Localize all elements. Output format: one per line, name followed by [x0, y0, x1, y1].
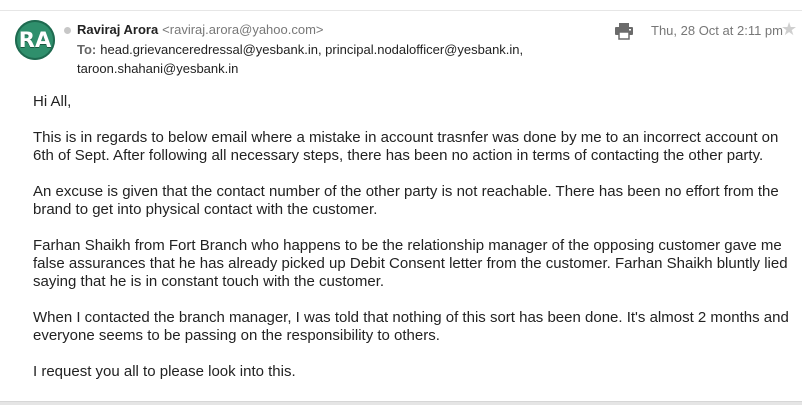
- star-icon[interactable]: ★: [781, 20, 797, 38]
- body-paragraph-2: An excuse is given that the contact numb…: [33, 183, 779, 218]
- body-paragraph-3: Farhan Shaikh from Fort Branch who happe…: [33, 237, 788, 290]
- recipients-list[interactable]: head.grievanceredressal@yesbank.in, prin…: [77, 42, 523, 76]
- bottom-border: [0, 401, 802, 405]
- sender-email[interactable]: <raviraj.arora@yahoo.com>: [162, 22, 323, 37]
- avatar-initials: RA: [18, 28, 52, 52]
- email-body: Hi All, This is in regards to below emai…: [33, 93, 793, 399]
- greeting: Hi All,: [33, 93, 72, 110]
- from-line: Raviraj Arora <raviraj.arora@yahoo.com>: [77, 22, 324, 37]
- avatar[interactable]: RA: [15, 20, 55, 60]
- email-header: RA Raviraj Arora <raviraj.arora@yahoo.com…: [0, 0, 802, 80]
- recipients-line: To: head.grievanceredressal@yesbank.in, p…: [77, 40, 537, 78]
- closing-line: I request you all to please look into th…: [33, 363, 296, 380]
- sender-name[interactable]: Raviraj Arora: [77, 22, 158, 37]
- body-paragraph-4: When I contacted the branch manager, I w…: [33, 309, 789, 344]
- email-date: Thu, 28 Oct at 2:11 pm: [651, 23, 783, 38]
- body-paragraph-1: This is in regards to below email where …: [33, 129, 779, 164]
- printer-icon[interactable]: [614, 22, 634, 40]
- presence-dot-icon: [64, 27, 71, 34]
- to-label: To:: [77, 42, 97, 57]
